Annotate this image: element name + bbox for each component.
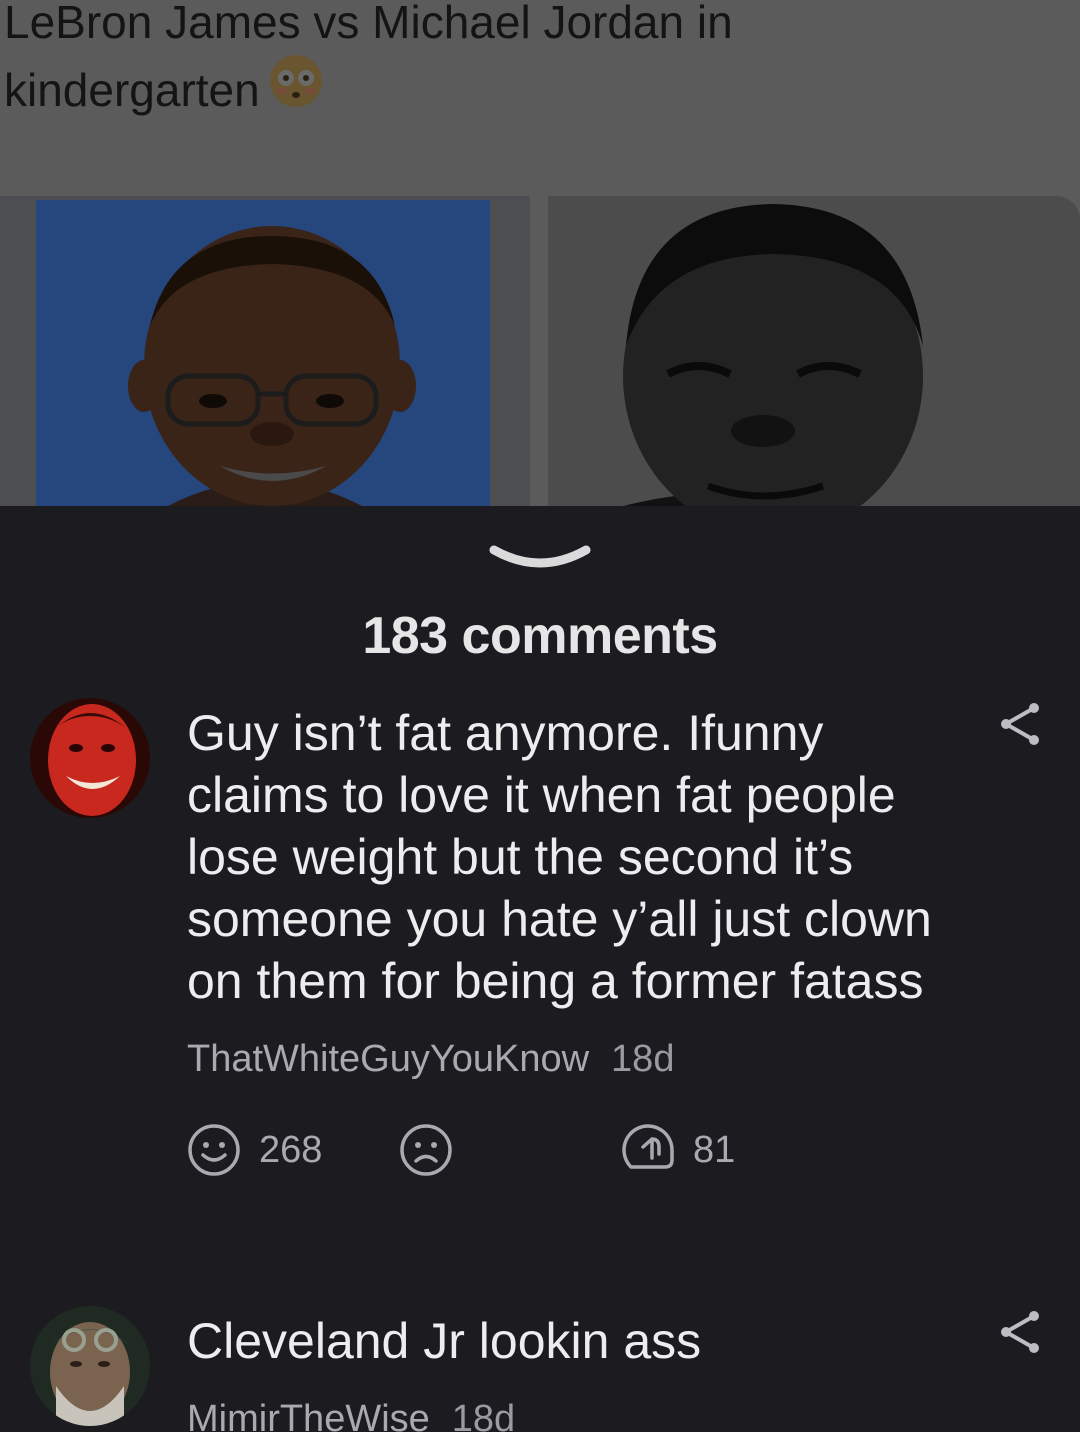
screen: LeBron James vs Michael Jordan in kinder… [0,0,1080,1432]
share-icon [1001,703,1039,745]
post-caption-text: LeBron James vs Michael Jordan in kinder… [4,0,733,116]
smile-icon [188,1124,240,1176]
comments-sheet: 183 comments Guy isn’t fat anymore. Ifun… [0,506,1080,1432]
avatar[interactable] [30,698,150,818]
collapse-button[interactable] [486,540,594,580]
comment-actions: 268 81 [187,1123,947,1183]
smile-button[interactable]: 268 [187,1123,322,1177]
avatar[interactable] [30,1306,150,1426]
reply-icon [622,1124,674,1169]
comment-author[interactable]: ThatWhiteGuyYouKnow [187,1038,589,1080]
post-image-right[interactable] [548,196,1080,506]
comment-text: Cleveland Jr lookin ass [187,1313,702,1369]
flushed-face-icon [268,53,324,127]
chevron-down-icon [489,545,591,568]
post-card[interactable]: LeBron James vs Michael Jordan in kinder… [0,0,1080,506]
share-icon [1001,1311,1039,1353]
comments-count: 183 comments [362,607,718,665]
unsmile-icon [400,1124,452,1176]
post-caption: LeBron James vs Michael Jordan in kinder… [4,0,904,131]
comment-text: Guy isn’t fat anymore. Ifunny claims to … [187,705,932,1009]
comment-age: 18d [451,1398,516,1432]
unsmile-button[interactable] [399,1123,453,1177]
smile-count: 268 [259,1128,323,1171]
reply-count: 81 [693,1128,736,1171]
comment-body: Cleveland Jr lookin ass MimirTheWise 18d [187,1310,947,1432]
comment-author[interactable]: MimirTheWise [187,1398,430,1432]
comment-age: 18d [611,1038,675,1080]
comment-meta: ThatWhiteGuyYouKnow 18d [187,1038,947,1081]
comment-body: Guy isn’t fat anymore. Ifunny claims to … [187,702,947,1183]
share-button[interactable] [998,1310,1042,1354]
share-button[interactable] [998,702,1042,746]
portrait-illustration-left [128,226,416,506]
post-image-left[interactable] [0,196,530,506]
comment-meta: MimirTheWise 18d [187,1398,947,1432]
reply-button[interactable]: 81 [621,1123,735,1177]
portrait-illustration-right [548,196,1080,506]
